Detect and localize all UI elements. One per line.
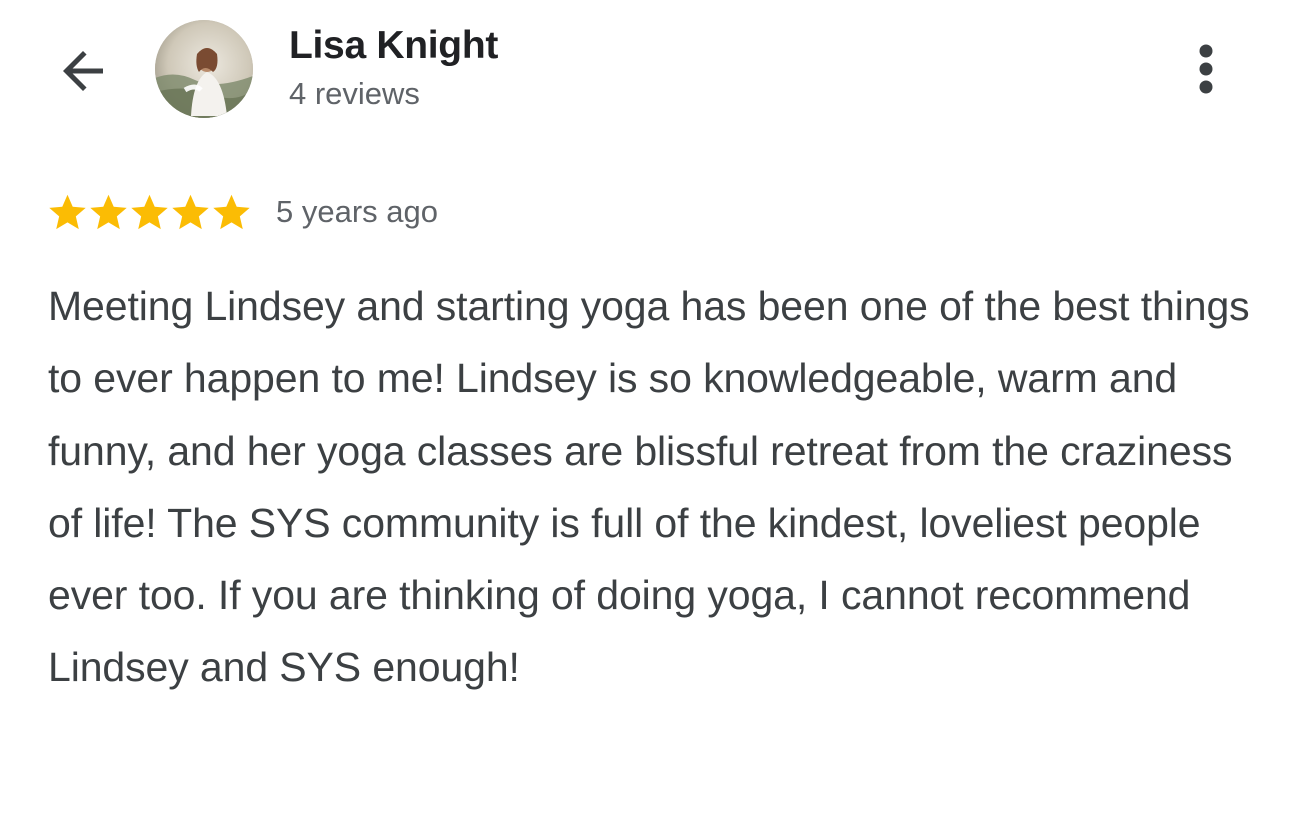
star-icon xyxy=(172,194,209,229)
more-options-button[interactable] xyxy=(1180,36,1232,102)
review-text: Meeting Lindsey and starting yoga has be… xyxy=(48,283,1250,691)
star-rating xyxy=(47,192,252,233)
back-button[interactable] xyxy=(50,38,116,104)
star-icon xyxy=(49,194,86,229)
avatar-image xyxy=(155,20,253,118)
star-icon xyxy=(213,194,250,229)
review-count[interactable]: 4 reviews xyxy=(289,76,420,112)
more-vert-icon xyxy=(1199,44,1213,94)
star-icon xyxy=(131,194,168,229)
arrow-back-icon xyxy=(63,51,103,91)
star-icon xyxy=(90,194,127,229)
avatar[interactable] xyxy=(155,20,253,118)
reviewer-name[interactable]: Lisa Knight xyxy=(289,24,498,68)
rating-row: 5 years ago xyxy=(47,189,438,235)
review-date: 5 years ago xyxy=(276,194,438,229)
